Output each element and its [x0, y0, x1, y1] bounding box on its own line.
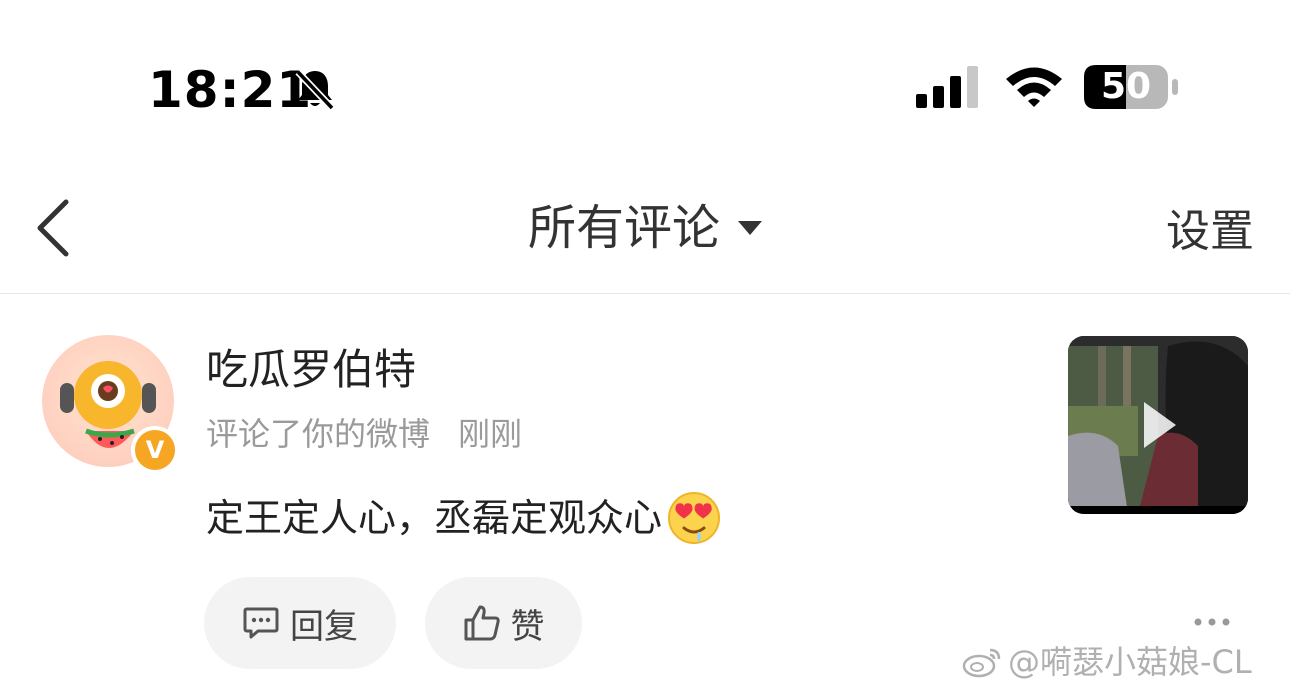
comment-filter-dropdown[interactable]: 所有评论 [528, 196, 762, 260]
nav-title: 所有评论 [527, 200, 720, 256]
more-options-icon[interactable] [1192, 612, 1232, 632]
cellular-signal-icon [916, 66, 978, 108]
video-thumbnail[interactable] [1068, 336, 1248, 514]
bell-slash-icon [295, 69, 335, 111]
settings-button[interactable]: 设置 [1166, 200, 1254, 264]
heart-eyes-emoji-icon [668, 492, 721, 544]
comment-action: 评论了你的微博 [206, 415, 431, 453]
comment-bubble-icon [243, 607, 279, 639]
watermark: @嗬瑟小菇娘-CL [962, 640, 1252, 684]
like-label: 赞 [510, 606, 545, 647]
comment-text-row: 定王定人心，丞磊定观众心 [206, 488, 722, 548]
comment-meta: 评论了你的微博 刚刚 [206, 410, 522, 458]
caret-down-icon [738, 221, 762, 235]
chevron-left-icon[interactable] [32, 196, 76, 260]
thumbs-up-icon [464, 605, 500, 641]
comment-timestamp: 刚刚 [458, 415, 523, 453]
watermark-text: @嗬瑟小菇娘-CL [1008, 643, 1252, 681]
battery-level: 50 [1100, 66, 1152, 107]
nav-title-container: 所有评论 [0, 196, 1290, 260]
nav-divider [0, 293, 1290, 294]
video-thumbnail-image [1068, 336, 1248, 514]
status-time: 18:21 [148, 61, 313, 119]
reply-label: 回复 [290, 606, 358, 647]
like-button[interactable]: 赞 [425, 577, 582, 669]
wifi-icon [1006, 67, 1062, 107]
weibo-logo-icon [962, 648, 1001, 678]
comment-username[interactable]: 吃瓜罗伯特 [206, 340, 416, 400]
comment-text: 定王定人心，丞磊定观众心 [206, 496, 663, 540]
verified-badge: V [131, 426, 179, 474]
reply-button[interactable]: 回复 [204, 577, 396, 669]
